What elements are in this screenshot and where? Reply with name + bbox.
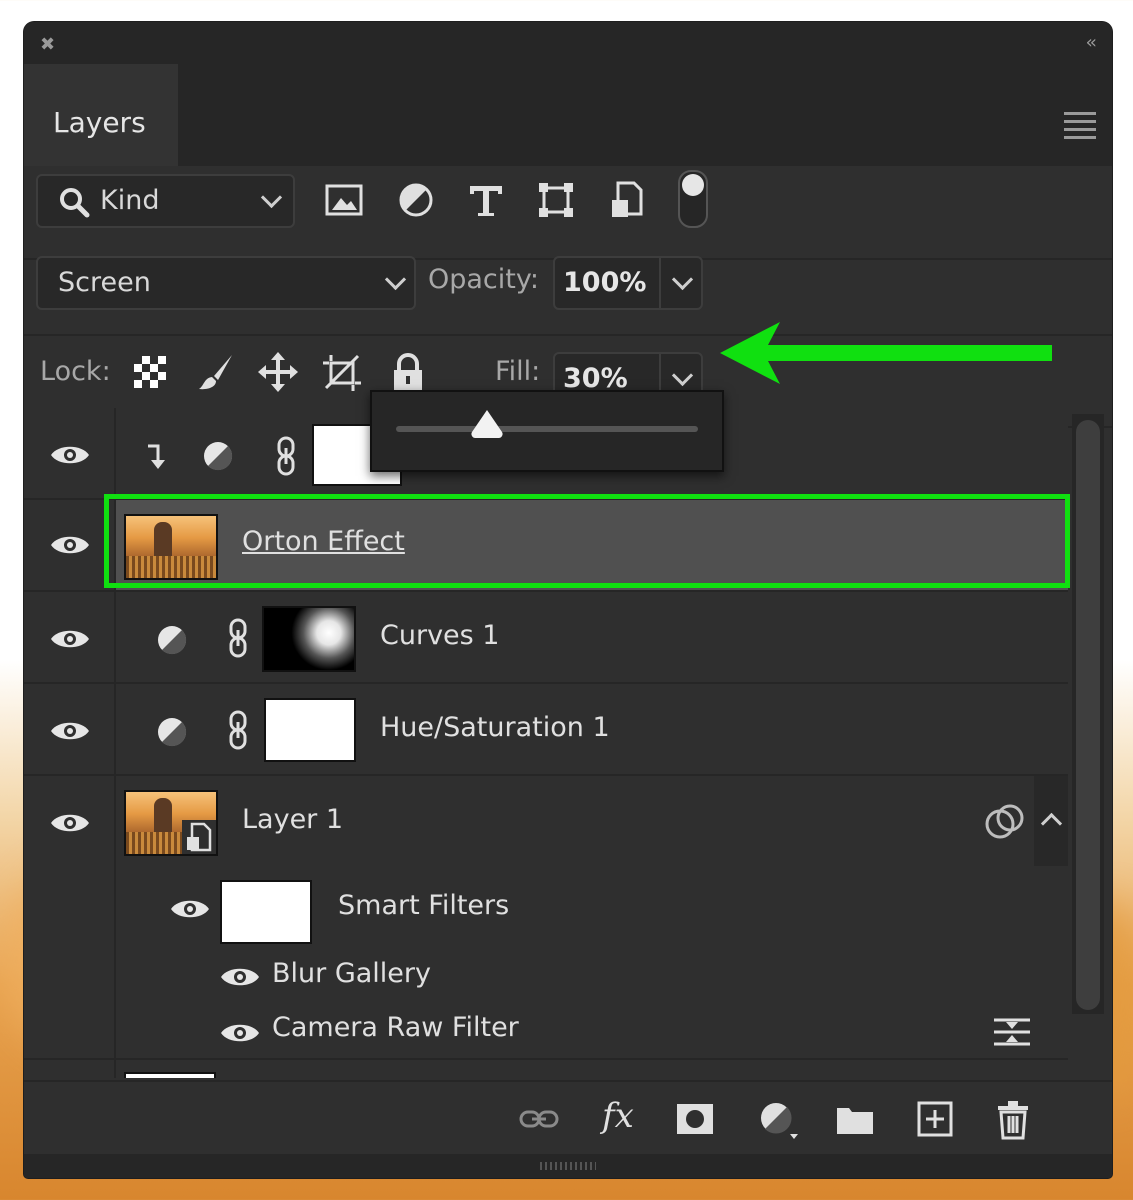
- tab-label: Layers: [53, 106, 146, 139]
- layer-name[interactable]: Orton Effect: [242, 526, 405, 557]
- mask-link-icon[interactable]: [228, 618, 248, 658]
- layer-row-selected[interactable]: Orton Effect: [24, 500, 1068, 592]
- layer-name: Hue/Saturation 1: [380, 712, 610, 743]
- delete-layer-icon[interactable]: [992, 1098, 1034, 1140]
- eye-visibility-icon[interactable]: [50, 442, 90, 468]
- chevron-down-icon[interactable]: [671, 268, 694, 291]
- kind-label: Kind: [100, 185, 160, 216]
- smart-filters-label: Smart Filters: [338, 890, 510, 921]
- layer-thumbnail[interactable]: [124, 1072, 216, 1078]
- search-icon: [60, 188, 90, 218]
- tab-row: Layers: [24, 64, 1112, 166]
- fill-slider-popup: [370, 390, 724, 472]
- link-layers-icon[interactable]: [518, 1098, 560, 1140]
- adjustment-layer-icon: [158, 626, 187, 655]
- shape-filter-icon[interactable]: [536, 180, 576, 220]
- smart-object-layer-group[interactable]: Layer 1 Smart Filters Blur Gallery Camer…: [24, 776, 1068, 1060]
- bottom-toolbar: fx: [24, 1080, 1112, 1156]
- chevron-up-icon: [1040, 812, 1063, 835]
- clipping-arrow-icon: [148, 444, 165, 469]
- chevron-down-icon: [260, 186, 283, 209]
- layers-panel: ✖ ‹‹ Layers Kind Screen Opacity: 100% Lo…: [24, 22, 1112, 1178]
- add-mask-icon[interactable]: [674, 1098, 716, 1140]
- eye-visibility-icon[interactable]: [50, 532, 90, 558]
- blend-mode-value: Screen: [58, 267, 151, 298]
- lock-transparent-pixels-icon[interactable]: [130, 352, 170, 392]
- chevron-down-icon[interactable]: [671, 364, 694, 387]
- layer-row[interactable]: Hue/Saturation 1: [24, 684, 1068, 776]
- panel-menu-icon[interactable]: [1064, 112, 1096, 144]
- mask-link-icon[interactable]: [276, 436, 296, 476]
- layer-name: Curves 1: [380, 620, 500, 651]
- lock-artboard-icon[interactable]: [322, 352, 362, 392]
- blend-row: Screen Opacity: 100%: [24, 250, 1112, 336]
- new-layer-icon[interactable]: [914, 1098, 956, 1140]
- smart-filters-mask-thumbnail[interactable]: [220, 880, 312, 944]
- layer-thumbnail[interactable]: [124, 790, 218, 856]
- type-filter-icon[interactable]: [466, 180, 506, 220]
- layer-row[interactable]: [24, 1060, 1068, 1078]
- collapse-icon[interactable]: ‹‹: [1086, 32, 1098, 53]
- layer-row[interactable]: Curves 1: [24, 592, 1068, 684]
- lock-image-pixels-icon[interactable]: [196, 352, 236, 392]
- filter-item-label[interactable]: Blur Gallery: [272, 958, 431, 989]
- filter-toggle-icon[interactable]: [678, 170, 708, 228]
- eye-visibility-icon[interactable]: [220, 1020, 260, 1046]
- collapse-effects-toggle[interactable]: [1034, 776, 1068, 866]
- eye-visibility-icon[interactable]: [50, 810, 90, 836]
- eye-visibility-icon[interactable]: [220, 964, 260, 990]
- close-icon[interactable]: ✖: [40, 34, 55, 55]
- layers-list: Orton Effect Curves 1 Hue/Saturation 1 L…: [24, 408, 1068, 1078]
- eye-visibility-icon[interactable]: [170, 896, 210, 922]
- layers-scrollbar[interactable]: [1072, 414, 1104, 1014]
- new-group-icon[interactable]: [834, 1098, 876, 1140]
- opacity-label: Opacity:: [428, 264, 539, 295]
- eye-visibility-icon[interactable]: [50, 718, 90, 744]
- chevron-down-icon: [384, 268, 407, 291]
- tab-layers[interactable]: Layers: [24, 64, 178, 166]
- panel-titlebar: ✖ ‹‹: [24, 22, 1112, 64]
- opacity-field[interactable]: 100%: [553, 256, 703, 310]
- filter-row: Kind: [24, 166, 1112, 260]
- fill-slider-track[interactable]: [396, 426, 698, 432]
- resize-grip[interactable]: [24, 1154, 1112, 1178]
- new-adjustment-icon[interactable]: [756, 1098, 798, 1140]
- smart-object-badge-icon: [182, 820, 216, 854]
- image-filter-icon[interactable]: [324, 180, 364, 220]
- layer-mask-thumbnail[interactable]: [262, 606, 356, 672]
- lock-all-icon[interactable]: [388, 352, 428, 392]
- layer-mask-thumbnail[interactable]: [264, 698, 356, 762]
- layer-name: Layer 1: [242, 804, 344, 835]
- eye-visibility-icon[interactable]: [50, 626, 90, 652]
- smart-filter-badge-icon[interactable]: [984, 804, 1026, 840]
- lock-label: Lock:: [40, 356, 111, 387]
- fill-label: Fill:: [495, 356, 541, 387]
- scrollbar-thumb[interactable]: [1076, 420, 1100, 1010]
- adjustment-filter-icon[interactable]: [396, 180, 436, 220]
- fx-icon[interactable]: fx: [602, 1096, 634, 1136]
- blend-mode-select[interactable]: Screen: [36, 256, 416, 310]
- filter-item-label[interactable]: Camera Raw Filter: [272, 1012, 519, 1043]
- filter-blending-options-icon[interactable]: [992, 1016, 1032, 1048]
- layer-thumbnail[interactable]: [124, 514, 218, 580]
- opacity-value: 100%: [563, 267, 647, 298]
- lock-position-icon[interactable]: [258, 352, 298, 392]
- kind-filter-select[interactable]: Kind: [36, 174, 295, 228]
- smart-object-filter-icon[interactable]: [608, 180, 648, 220]
- fill-slider-thumb[interactable]: [470, 408, 504, 442]
- mask-link-icon[interactable]: [228, 710, 248, 750]
- adjustment-layer-icon: [204, 442, 233, 471]
- adjustment-layer-icon: [158, 718, 187, 747]
